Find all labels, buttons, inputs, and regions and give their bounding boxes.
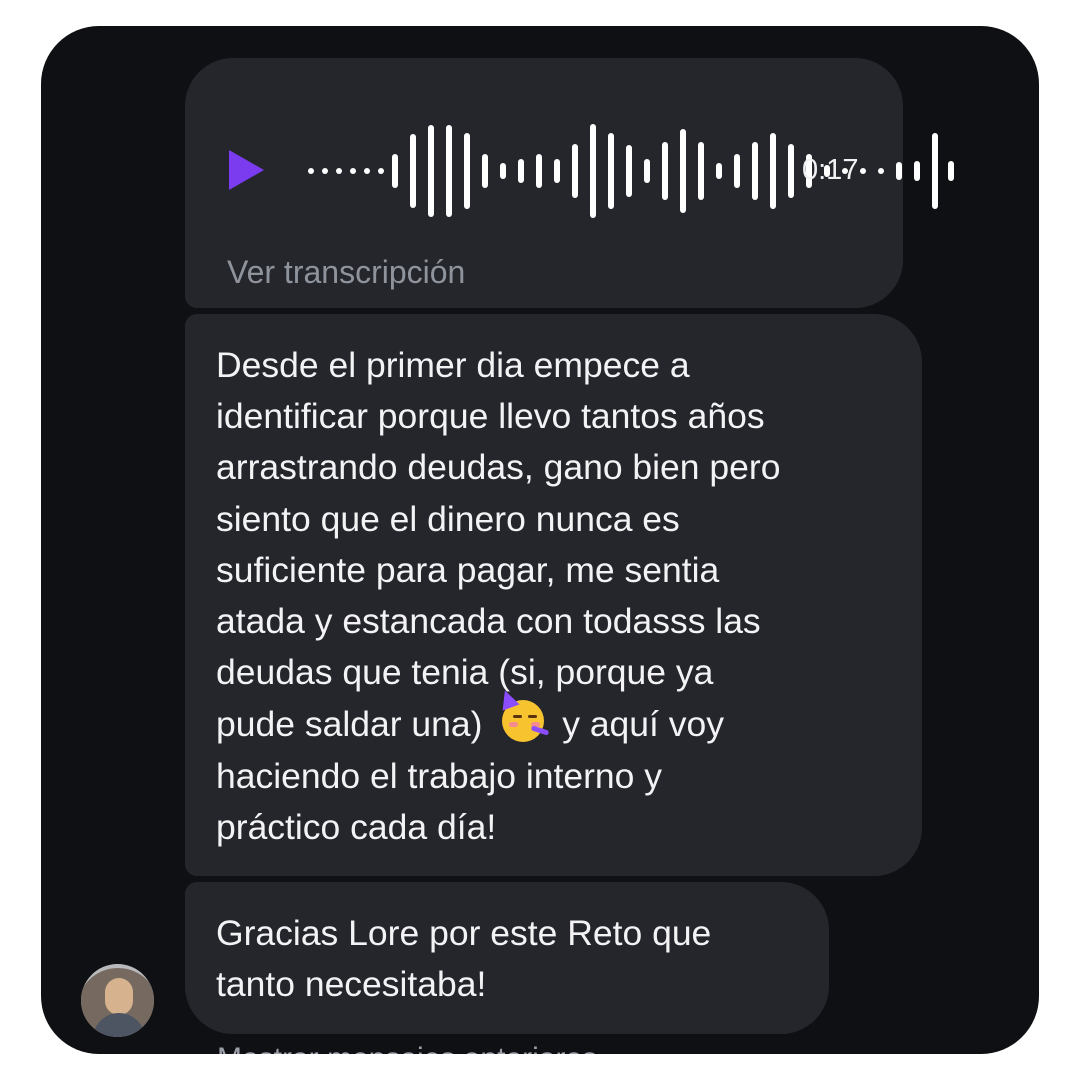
waveform-bar [948, 161, 954, 181]
avatar[interactable] [81, 964, 154, 1037]
message-text-part: Desde el primer dia empece a identificar… [216, 345, 781, 745]
message-bubble: Gracias Lore por este Reto que tanto nec… [185, 882, 829, 1034]
waveform-bar [896, 162, 902, 180]
see-transcription-link[interactable]: Ver transcripción [227, 254, 465, 291]
voice-message-bubble[interactable]: 0:17 Ver transcripción [185, 58, 954, 308]
waveform-bar [626, 145, 632, 197]
waveform-bar [410, 134, 416, 208]
waveform-bar [350, 168, 356, 174]
waveform-bar [734, 154, 740, 188]
waveform-bar [308, 168, 314, 174]
waveform-bar [378, 168, 384, 174]
waveform-bar [752, 142, 758, 200]
waveform-bar [572, 144, 578, 198]
partying-face-emoji [496, 687, 550, 744]
play-icon[interactable] [229, 150, 264, 190]
message-text: Desde el primer dia empece a identificar… [216, 340, 906, 853]
waveform-bar [554, 159, 560, 183]
waveform-bar [788, 144, 794, 198]
chat-window: 0:17 Ver transcripción Desde el primer d… [41, 26, 1039, 1054]
waveform-bar [680, 129, 686, 213]
waveform-bar [364, 168, 370, 174]
waveform-bar [446, 125, 452, 217]
waveform-bar [536, 154, 542, 188]
audio-waveform[interactable] [308, 123, 954, 219]
message-bubble: Desde el primer dia empece a identificar… [185, 314, 922, 876]
waveform-bar [860, 168, 866, 174]
message-text: Gracias Lore por este Reto que tanto nec… [216, 913, 712, 1005]
waveform-bar [914, 161, 920, 181]
waveform-bar [716, 163, 722, 179]
waveform-bar [770, 133, 776, 209]
waveform-bar [698, 142, 704, 200]
waveform-bar [336, 168, 342, 174]
waveform-bar [518, 159, 524, 183]
partial-footer-text: Mostrar mensajes anteriores [217, 1042, 597, 1054]
waveform-bar [662, 142, 668, 200]
waveform-bar [428, 125, 434, 217]
waveform-bar [608, 133, 614, 209]
waveform-bar [322, 168, 328, 174]
waveform-bar [500, 163, 506, 179]
waveform-bar [878, 168, 884, 174]
waveform-bar [482, 154, 488, 188]
waveform-bar [590, 124, 596, 218]
voice-duration: 0:17 [802, 154, 859, 186]
waveform-bar [932, 133, 938, 209]
waveform-bar [644, 159, 650, 183]
waveform-bar [464, 133, 470, 209]
waveform-bar [392, 154, 398, 188]
